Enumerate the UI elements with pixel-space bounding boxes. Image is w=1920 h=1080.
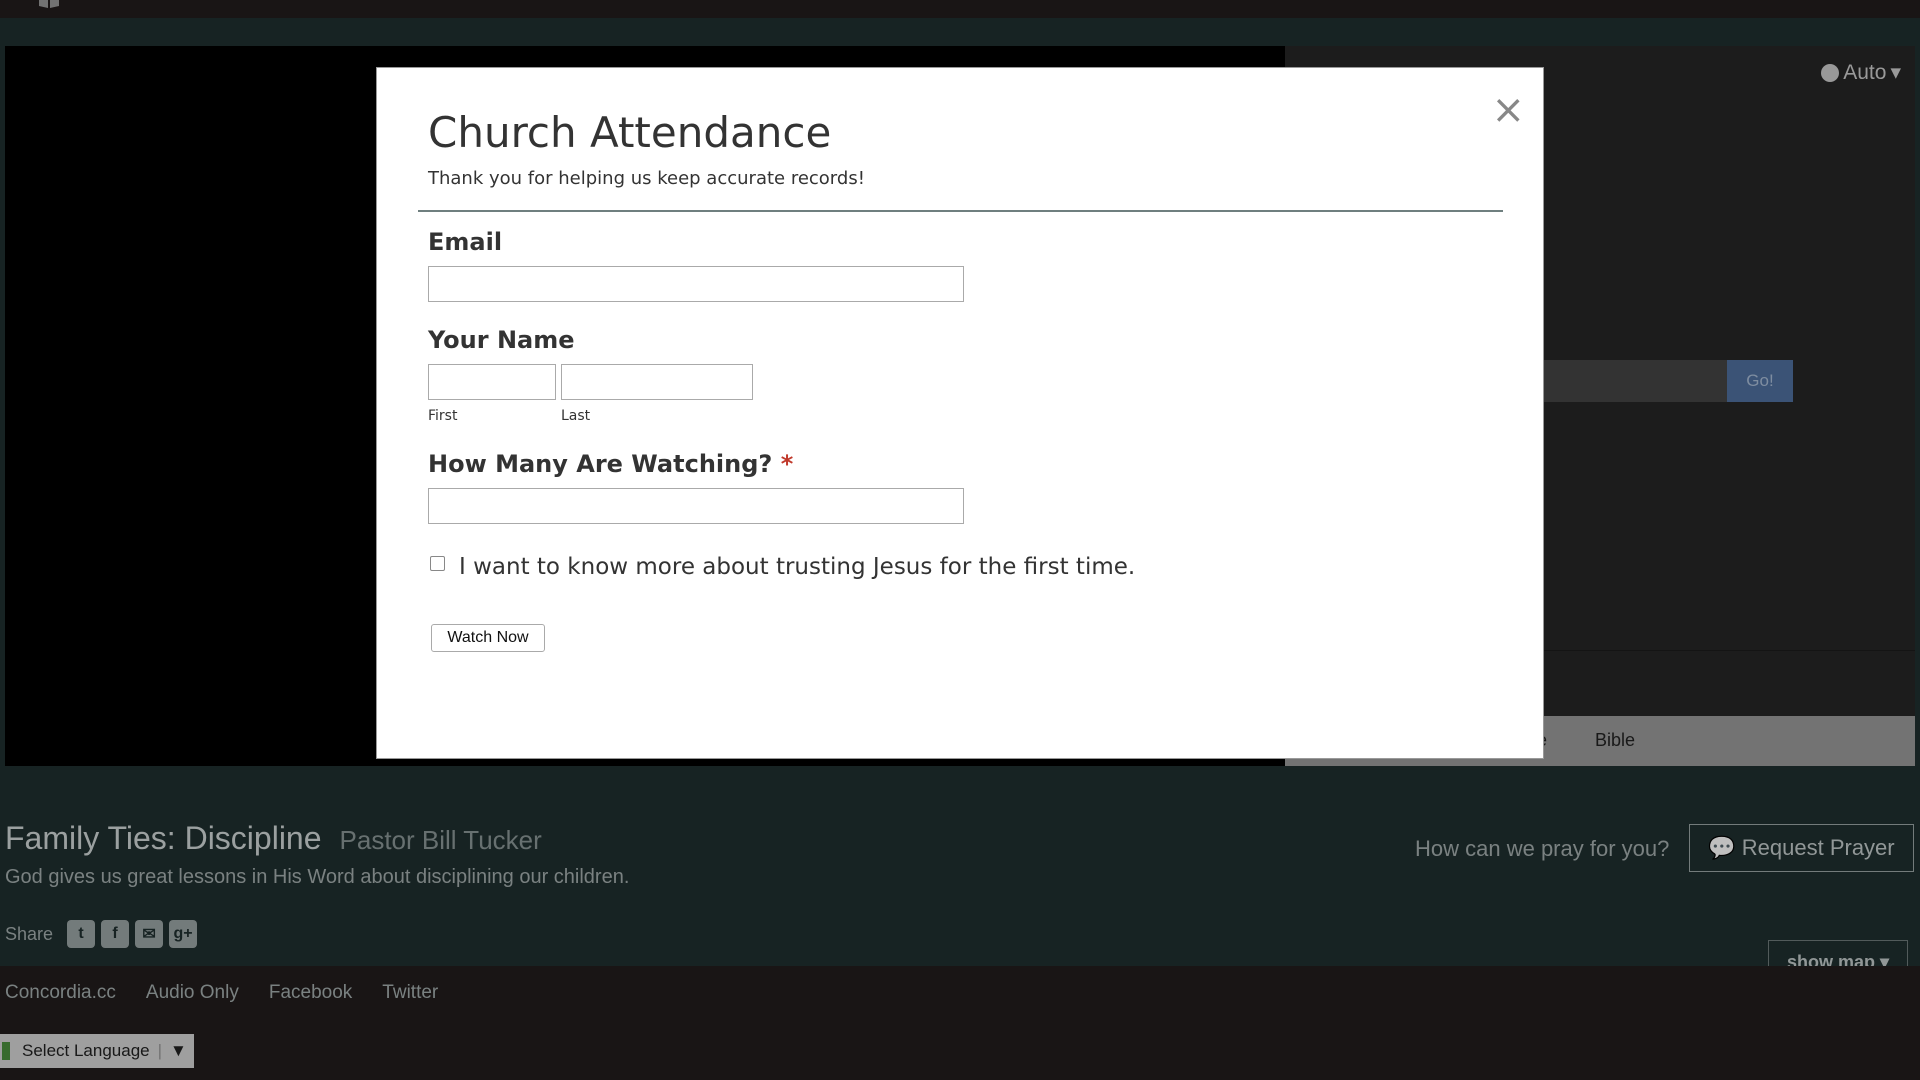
required-marker: *: [780, 450, 794, 478]
modal-title: Church Attendance: [428, 108, 832, 157]
watch-now-button[interactable]: Watch Now: [431, 624, 545, 652]
watching-label-text: How Many Are Watching?: [428, 450, 773, 478]
first-time-checkbox[interactable]: [430, 556, 445, 571]
first-name-sublabel: First: [428, 408, 458, 424]
watching-label: How Many Are Watching? *: [428, 450, 793, 478]
name-label: Your Name: [428, 326, 575, 354]
modal-subtitle: Thank you for helping us keep accurate r…: [428, 168, 865, 189]
last-name-sublabel: Last: [561, 408, 591, 424]
watching-count-field[interactable]: [428, 488, 964, 524]
first-name-field[interactable]: [428, 364, 556, 400]
attendance-modal: × Church Attendance Thank you for helpin…: [376, 67, 1544, 759]
email-label: Email: [428, 228, 503, 256]
last-name-field[interactable]: [561, 364, 753, 400]
email-field[interactable]: [428, 266, 964, 302]
close-icon[interactable]: ×: [1491, 90, 1525, 130]
modal-divider: [418, 210, 1503, 212]
first-time-checkbox-label[interactable]: I want to know more about trusting Jesus…: [459, 554, 1135, 580]
